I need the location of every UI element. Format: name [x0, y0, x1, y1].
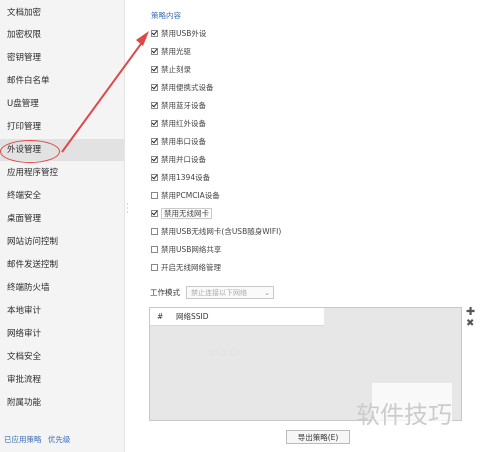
watermark-small: php.cn — [210, 348, 241, 358]
watermark-text: 软件技巧 — [356, 401, 452, 429]
